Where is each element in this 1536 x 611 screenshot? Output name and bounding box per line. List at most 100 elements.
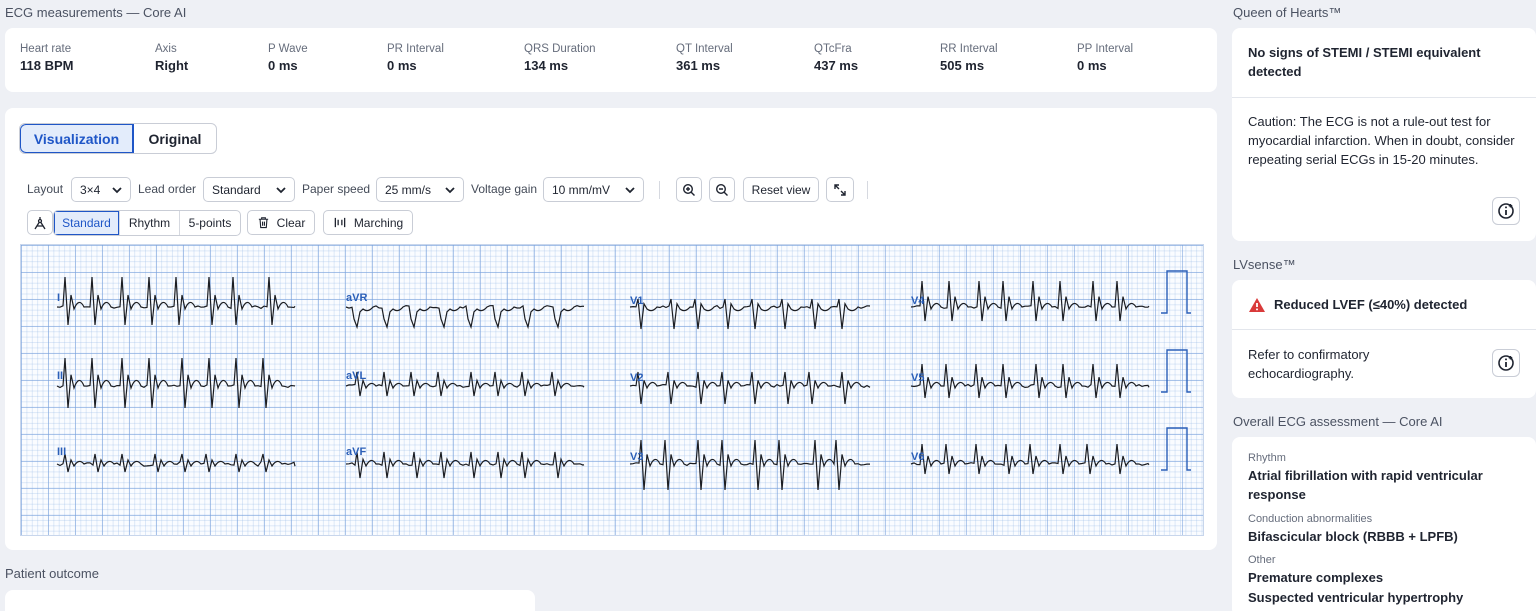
- ecg-viewer-card: Visualization Original Layout 3×4 Lead o…: [5, 108, 1217, 550]
- marching-label: Marching: [353, 215, 404, 230]
- chevron-down-icon: [625, 187, 635, 194]
- mode-rhythm[interactable]: Rhythm: [120, 211, 180, 235]
- measure-qrs-duration: QRS Duration 134 ms: [524, 43, 596, 73]
- queen-feedback-button[interactable]: [1492, 197, 1520, 225]
- zoom-in-button[interactable]: [676, 177, 702, 202]
- measure-p-wave: P Wave 0 ms: [268, 43, 308, 73]
- paper-speed-select[interactable]: 25 mm/s: [376, 177, 464, 202]
- measure-value: 134 ms: [524, 58, 569, 73]
- divider: [1232, 97, 1536, 98]
- ecg-grid[interactable]: I II III aVR aVL aVF V1 V2 V3 V4 V5 V6: [20, 244, 1204, 536]
- reset-view-button[interactable]: Reset view: [743, 177, 819, 202]
- measure-label: RR Interval: [940, 43, 998, 55]
- other-value-1: Premature complexes: [1248, 570, 1384, 585]
- paper-speed-label: Paper speed: [302, 182, 371, 196]
- lead-label-i: I: [57, 292, 61, 304]
- lead-label-v1: V1: [630, 295, 644, 307]
- lead-order-label: Lead order: [138, 182, 197, 196]
- zoom-in-icon: [682, 183, 695, 196]
- calibration-pulse: [1161, 427, 1191, 471]
- calibration-pulse: [1161, 270, 1191, 314]
- measure-label: PP Interval: [1077, 43, 1134, 55]
- chevron-down-icon: [112, 187, 122, 194]
- divider: [659, 181, 660, 199]
- ecg-trace: [910, 443, 1150, 475]
- other-label: Other: [1248, 554, 1276, 566]
- marching-button[interactable]: Marching: [323, 210, 413, 235]
- lead-order-select[interactable]: Standard: [203, 177, 295, 202]
- voltage-gain-label: Voltage gain: [471, 182, 538, 196]
- mode-standard[interactable]: Standard: [54, 211, 120, 235]
- tab-original[interactable]: Original: [134, 124, 216, 153]
- caliper-button[interactable]: [27, 210, 53, 235]
- layout-select[interactable]: 3×4: [71, 177, 131, 202]
- conduction-value: Bifascicular block (RBBB + LPFB): [1248, 529, 1458, 544]
- divider: [867, 181, 868, 199]
- expand-icon: [834, 183, 846, 196]
- zoom-out-button[interactable]: [709, 177, 735, 202]
- measure-qt-interval: QT Interval 361 ms: [676, 43, 733, 73]
- ecg-trace: [629, 439, 870, 491]
- layout-label: Layout: [27, 182, 64, 196]
- lead-label-v5: V5: [911, 372, 925, 384]
- clear-button[interactable]: Clear: [247, 210, 315, 235]
- measurements-title: ECG measurements — Core AI: [5, 5, 187, 20]
- measure-value: 0 ms: [1077, 58, 1107, 73]
- measure-label: Heart rate: [20, 43, 72, 55]
- measure-value: Right: [155, 58, 189, 73]
- lead-label-v6: V6: [911, 451, 925, 463]
- fullscreen-button[interactable]: [826, 177, 854, 202]
- layout-value: 3×4: [80, 182, 101, 197]
- mode-5-points[interactable]: 5-points: [180, 211, 240, 235]
- overall-card: Rhythm Atrial fibrillation with rapid ve…: [1232, 437, 1536, 611]
- lead-label-v4: V4: [911, 295, 925, 307]
- lead-order-value: Standard: [212, 182, 261, 197]
- voltage-gain-select[interactable]: 10 mm/mV: [543, 177, 644, 202]
- lvsense-title: LVsense™: [1233, 257, 1296, 272]
- chevron-down-icon: [276, 187, 286, 194]
- ecg-traces: [56, 270, 1191, 491]
- measure-rr-interval: RR Interval 505 ms: [940, 43, 998, 73]
- lvsense-headline: Reduced LVEF (≤40%) detected: [1274, 297, 1468, 312]
- marching-icon: [334, 217, 346, 228]
- measure-label: QTcFra: [814, 43, 852, 55]
- lvsense-note: Refer to confirmatory echocardiography.: [1248, 347, 1370, 381]
- measure-axis: Axis Right: [155, 43, 188, 73]
- measure-value: 437 ms: [814, 58, 859, 73]
- warning-icon: [1249, 298, 1265, 312]
- measure-pp-interval: PP Interval 0 ms: [1077, 43, 1133, 73]
- calibration-pulse: [1161, 349, 1191, 393]
- conduction-label: Conduction abnormalities: [1248, 513, 1373, 525]
- ecg-trace: [56, 357, 296, 409]
- measure-value: 505 ms: [940, 58, 985, 73]
- measure-label: QT Interval: [676, 43, 733, 55]
- measure-pr-interval: PR Interval 0 ms: [387, 43, 444, 73]
- measure-value: 0 ms: [268, 58, 298, 73]
- ecg-trace: [910, 363, 1150, 399]
- overall-title: Overall ECG assessment — Core AI: [1233, 414, 1443, 429]
- other-value-2: Suspected ventricular hypertrophy: [1248, 590, 1464, 605]
- ecg-trace: [345, 371, 585, 397]
- lead-label-v2: V2: [630, 372, 644, 384]
- lead-label-avr: aVR: [346, 292, 368, 304]
- caliper-icon: [34, 216, 46, 229]
- tab-visualization[interactable]: Visualization: [20, 124, 134, 153]
- rhythm-value: Atrial fibrillation with rapid ventricul…: [1248, 468, 1483, 502]
- trash-icon: [258, 217, 268, 229]
- queen-title: Queen of Hearts™: [1233, 5, 1342, 20]
- measure-value: 118 BPM: [20, 58, 74, 73]
- zoom-out-icon: [715, 183, 728, 196]
- paper-speed-value: 25 mm/s: [385, 182, 432, 197]
- lead-label-iii: III: [57, 446, 67, 458]
- lead-label-v3: V3: [630, 451, 644, 463]
- patient-outcome-title: Patient outcome: [5, 566, 99, 581]
- lvsense-feedback-button[interactable]: [1492, 349, 1520, 377]
- ecg-trace: [345, 451, 585, 479]
- measure-heart-rate: Heart rate 118 BPM: [20, 43, 73, 73]
- clear-label: Clear: [276, 215, 306, 230]
- queen-card: No signs of STEMI / STEMI equivalent det…: [1232, 28, 1536, 241]
- lead-label-avf: aVF: [346, 446, 367, 458]
- divider: [1232, 329, 1536, 330]
- measure-label: Axis: [155, 43, 177, 55]
- measure-value: 0 ms: [387, 58, 417, 73]
